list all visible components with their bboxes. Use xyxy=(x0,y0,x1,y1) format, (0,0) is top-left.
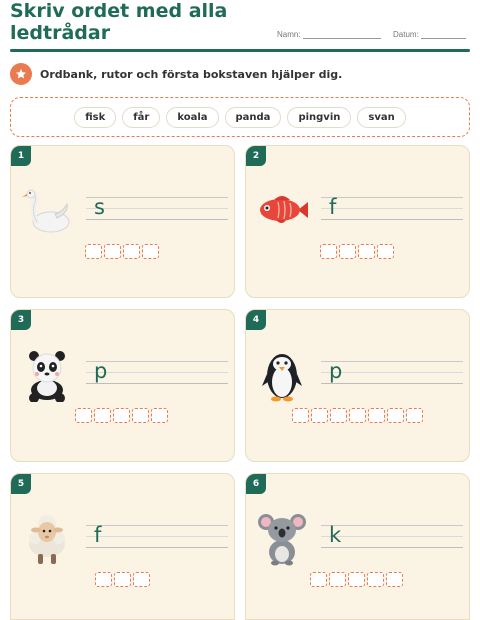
letter-box[interactable] xyxy=(94,408,111,423)
letter-boxes xyxy=(292,408,423,423)
letter-boxes xyxy=(320,244,394,259)
word-chip: pingvin xyxy=(287,106,352,128)
koala-picture xyxy=(258,514,306,566)
word-chip: koala xyxy=(166,106,219,128)
exercise-card-3: 3 p xyxy=(10,309,235,462)
letter-boxes xyxy=(75,408,168,423)
date-label: Datum: xyxy=(393,30,419,39)
panda-picture xyxy=(29,351,65,402)
first-letter: k xyxy=(329,523,342,547)
word-chip: panda xyxy=(224,106,282,128)
card-number: 6 xyxy=(246,474,266,494)
name-field[interactable]: Namn: xyxy=(277,30,381,39)
penguin-picture xyxy=(262,354,302,402)
name-line xyxy=(302,30,381,39)
letter-box[interactable] xyxy=(330,408,347,423)
word-chip: får xyxy=(122,106,161,128)
letter-box[interactable] xyxy=(377,244,394,259)
first-letter: p xyxy=(329,359,343,383)
letter-box[interactable] xyxy=(320,244,337,259)
letter-boxes xyxy=(310,572,403,587)
date-line xyxy=(421,30,467,39)
writing-lines xyxy=(321,525,463,549)
exercise-card-2: 2 f xyxy=(245,145,470,298)
letter-box[interactable] xyxy=(329,572,346,587)
letter-box[interactable] xyxy=(310,572,327,587)
letter-box[interactable] xyxy=(292,408,309,423)
letter-box[interactable] xyxy=(133,572,150,587)
first-letter: p xyxy=(94,359,108,383)
name-label: Namn: xyxy=(277,30,301,39)
word-chip: svan xyxy=(357,106,406,128)
card-number: 2 xyxy=(246,146,266,166)
writing-lines xyxy=(86,525,228,549)
exercise-card-1: 1 s xyxy=(10,145,235,298)
writing-lines xyxy=(321,197,463,221)
letter-box[interactable] xyxy=(113,408,130,423)
first-letter: s xyxy=(94,195,105,219)
swan-picture xyxy=(22,189,70,233)
instruction: Ordbank, rutor och första bokstaven hjäl… xyxy=(10,63,342,85)
writing-lines xyxy=(86,197,228,221)
card-number: 3 xyxy=(11,310,31,330)
letter-box[interactable] xyxy=(75,408,92,423)
first-letter: f xyxy=(94,523,102,547)
card-number: 5 xyxy=(11,474,31,494)
instruction-text: Ordbank, rutor och första bokstaven hjäl… xyxy=(40,67,343,81)
letter-box[interactable] xyxy=(123,244,140,259)
date-field[interactable]: Datum: xyxy=(393,30,467,39)
letter-box[interactable] xyxy=(142,244,159,259)
fish-picture xyxy=(260,196,308,223)
exercise-card-5: 5 f xyxy=(10,473,235,620)
word-chip: fisk xyxy=(74,106,117,128)
first-letter: f xyxy=(329,195,337,219)
letter-box[interactable] xyxy=(85,244,102,259)
exercise-card-6: 6 k xyxy=(245,473,470,620)
letter-box[interactable] xyxy=(132,408,149,423)
letter-box[interactable] xyxy=(406,408,423,423)
letter-box[interactable] xyxy=(114,572,131,587)
letter-box[interactable] xyxy=(311,408,328,423)
letter-box[interactable] xyxy=(386,572,403,587)
letter-box[interactable] xyxy=(349,408,366,423)
header-divider xyxy=(10,49,470,52)
exercise-card-4: 4 p xyxy=(245,309,470,462)
letter-box[interactable] xyxy=(368,408,385,423)
letter-box[interactable] xyxy=(151,408,168,423)
letter-box[interactable] xyxy=(348,572,365,587)
letter-box[interactable] xyxy=(339,244,356,259)
card-number: 1 xyxy=(11,146,31,166)
letter-box[interactable] xyxy=(95,572,112,587)
letter-box[interactable] xyxy=(367,572,384,587)
star-icon xyxy=(10,63,32,85)
page-title: Skriv ordet med alla ledtrådar xyxy=(10,0,228,44)
sheep-picture xyxy=(29,515,65,564)
letter-box[interactable] xyxy=(104,244,121,259)
word-bank: fisk får koala panda pingvin svan xyxy=(10,97,470,137)
letter-boxes xyxy=(95,572,150,587)
letter-box[interactable] xyxy=(358,244,375,259)
card-number: 4 xyxy=(246,310,266,330)
letter-boxes xyxy=(85,244,159,259)
letter-box[interactable] xyxy=(387,408,404,423)
